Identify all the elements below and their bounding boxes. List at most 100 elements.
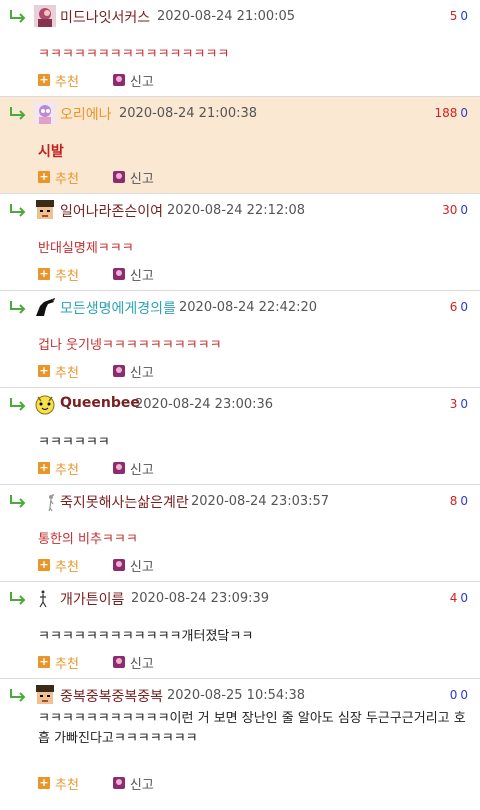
comment-author[interactable]: 오리에나 xyxy=(60,104,112,124)
recommend-button[interactable]: 추천 xyxy=(55,556,79,575)
report-icon[interactable] xyxy=(112,656,125,668)
comment-author[interactable]: 중복중복중복중복 xyxy=(60,686,163,706)
report-button[interactable]: 신고 xyxy=(130,265,154,284)
downvote-count: 0 xyxy=(460,300,468,314)
recommend-icon[interactable]: + xyxy=(38,462,50,474)
report-button[interactable]: 신고 xyxy=(130,653,154,672)
report-button[interactable]: 신고 xyxy=(130,71,154,90)
comment-date: 2020-08-24 23:03:57 xyxy=(191,494,330,509)
recommend-icon[interactable]: + xyxy=(38,171,50,183)
recommend-button[interactable]: 추천 xyxy=(55,265,79,284)
comment-text: ㅋㅋㅋㅋㅋㅋ xyxy=(38,435,110,450)
comment-date: 2020-08-25 10:54:38 xyxy=(167,688,306,703)
reply-arrow-icon xyxy=(10,592,26,605)
avatar[interactable] xyxy=(34,490,56,512)
downvote-count: 0 xyxy=(460,203,468,217)
comment-item: 중복중복중복중복 2020-08-25 10:54:38 00 ㅋㅋㅋㅋㅋㅋㅋㅋ… xyxy=(0,679,480,799)
comment-actions: + 추천 신고 xyxy=(38,653,154,672)
avatar[interactable] xyxy=(34,296,56,318)
comment-author[interactable]: 미드나잇서커스 xyxy=(60,7,150,27)
vote-count: 40 xyxy=(450,591,468,605)
report-button[interactable]: 신고 xyxy=(130,168,154,187)
comment-date: 2020-08-24 21:00:38 xyxy=(119,106,258,121)
reply-arrow-icon xyxy=(10,398,26,411)
comment-author[interactable]: 모든생명에게경의를 xyxy=(60,298,176,318)
avatar[interactable] xyxy=(34,684,56,706)
recommend-button[interactable]: 추천 xyxy=(55,362,79,381)
comment-date: 2020-08-24 23:00:36 xyxy=(135,397,274,412)
comment-actions: + 추천 신고 xyxy=(38,265,154,284)
report-icon[interactable] xyxy=(112,268,125,280)
reply-arrow-icon xyxy=(10,204,26,217)
recommend-icon[interactable]: + xyxy=(38,777,50,789)
recommend-button[interactable]: 추천 xyxy=(55,774,79,793)
comment-text: 반대실명제ㅋㅋㅋ xyxy=(38,241,134,256)
avatar[interactable] xyxy=(34,5,56,27)
comment-text: ㅋㅋㅋㅋㅋㅋㅋㅋㅋㅋㅋ이런 거 보면 장난인 줄 알아도 심장 두근구근거리고 … xyxy=(38,711,466,746)
report-icon[interactable] xyxy=(112,171,125,183)
comment-item: 모든생명에게경의를 2020-08-24 22:42:20 60 겁나 웃기넹ㅋ… xyxy=(0,291,480,388)
report-icon[interactable] xyxy=(112,462,125,474)
upvote-count: 3 xyxy=(449,397,458,411)
report-icon[interactable] xyxy=(112,559,125,571)
vote-count: 00 xyxy=(450,688,468,702)
vote-count: 80 xyxy=(450,494,468,508)
downvote-count: 0 xyxy=(460,494,468,508)
report-button[interactable]: 신고 xyxy=(130,556,154,575)
reply-arrow-icon xyxy=(10,689,26,702)
comment-date: 2020-08-24 22:42:20 xyxy=(179,300,318,315)
recommend-icon[interactable]: + xyxy=(38,656,50,668)
vote-count: 188 0 xyxy=(434,106,468,120)
recommend-button[interactable]: 추천 xyxy=(55,168,79,187)
avatar[interactable] xyxy=(34,587,56,609)
comment-author[interactable]: 일어나라존슨이여 xyxy=(60,201,163,221)
comment-item: 오리에나 2020-08-24 21:00:38 188 0 시발 + 추천 신고 xyxy=(0,97,480,194)
report-button[interactable]: 신고 xyxy=(130,774,154,793)
upvote-count: 5 xyxy=(449,9,458,23)
comment-item: Queenbee 2020-08-24 23:00:36 30 ㅋㅋㅋㅋㅋㅋ +… xyxy=(0,388,480,485)
recommend-icon[interactable]: + xyxy=(38,74,50,86)
comment-item: 죽지못해사는삶은계란 2020-08-24 23:03:57 80 통한의 비추… xyxy=(0,485,480,582)
recommend-icon[interactable]: + xyxy=(38,365,50,377)
comment-item: 일어나라존슨이여 2020-08-24 22:12:08 30 0 반대실명제ㅋㅋ… xyxy=(0,194,480,291)
downvote-count: 0 xyxy=(460,591,468,605)
comment-item: 미드나잇서커스 2020-08-24 21:00:05 50 ㅋㅋㅋㅋㅋㅋㅋㅋㅋ… xyxy=(0,0,480,97)
comment-author[interactable]: 죽지못해사는삶은계란 xyxy=(60,492,189,512)
comment-text: 통한의 비추ㅋㅋㅋ xyxy=(38,532,138,547)
comment-actions: + 추천 신고 xyxy=(38,362,154,381)
comment-date: 2020-08-24 22:12:08 xyxy=(167,203,306,218)
recommend-button[interactable]: 추천 xyxy=(55,653,79,672)
vote-count: 50 xyxy=(450,9,468,23)
comment-actions: + 추천 신고 xyxy=(38,71,154,90)
downvote-count: 0 xyxy=(460,688,468,702)
recommend-button[interactable]: 추천 xyxy=(55,71,79,90)
report-icon[interactable] xyxy=(112,74,125,86)
reply-arrow-icon xyxy=(10,301,26,314)
upvote-count: 188 xyxy=(434,106,458,120)
report-icon[interactable] xyxy=(112,365,125,377)
report-button[interactable]: 신고 xyxy=(130,362,154,381)
vote-count: 60 xyxy=(450,300,468,314)
comment-text: ㅋㅋㅋㅋㅋㅋㅋㅋㅋㅋㅋㅋㅋㅋㅋㅋ xyxy=(38,47,230,62)
avatar[interactable] xyxy=(34,393,56,415)
downvote-count: 0 xyxy=(460,9,468,23)
upvote-count: 8 xyxy=(449,494,458,508)
avatar[interactable] xyxy=(34,199,56,221)
comment-author[interactable]: 개가튼이름 xyxy=(60,589,124,609)
upvote-count: 0 xyxy=(449,688,458,702)
reply-arrow-icon xyxy=(10,10,26,23)
recommend-icon[interactable]: + xyxy=(38,559,50,571)
reply-arrow-icon xyxy=(10,495,26,508)
comment-text: 시발 xyxy=(38,144,64,160)
avatar[interactable] xyxy=(34,102,56,124)
recommend-button[interactable]: 추천 xyxy=(55,459,79,478)
recommend-icon[interactable]: + xyxy=(38,268,50,280)
report-button[interactable]: 신고 xyxy=(130,459,154,478)
upvote-count: 6 xyxy=(449,300,458,314)
comment-author[interactable]: Queenbee xyxy=(60,395,140,411)
comment-date: 2020-08-24 21:00:05 xyxy=(157,9,296,24)
vote-count: 30 0 xyxy=(442,203,468,217)
comment-item: 개가튼이름 2020-08-24 23:09:39 40 ㅋㅋㅋㅋㅋㅋㅋㅋㅋㅋㅋ… xyxy=(0,582,480,679)
report-icon[interactable] xyxy=(112,777,125,789)
reply-arrow-icon xyxy=(10,107,26,120)
